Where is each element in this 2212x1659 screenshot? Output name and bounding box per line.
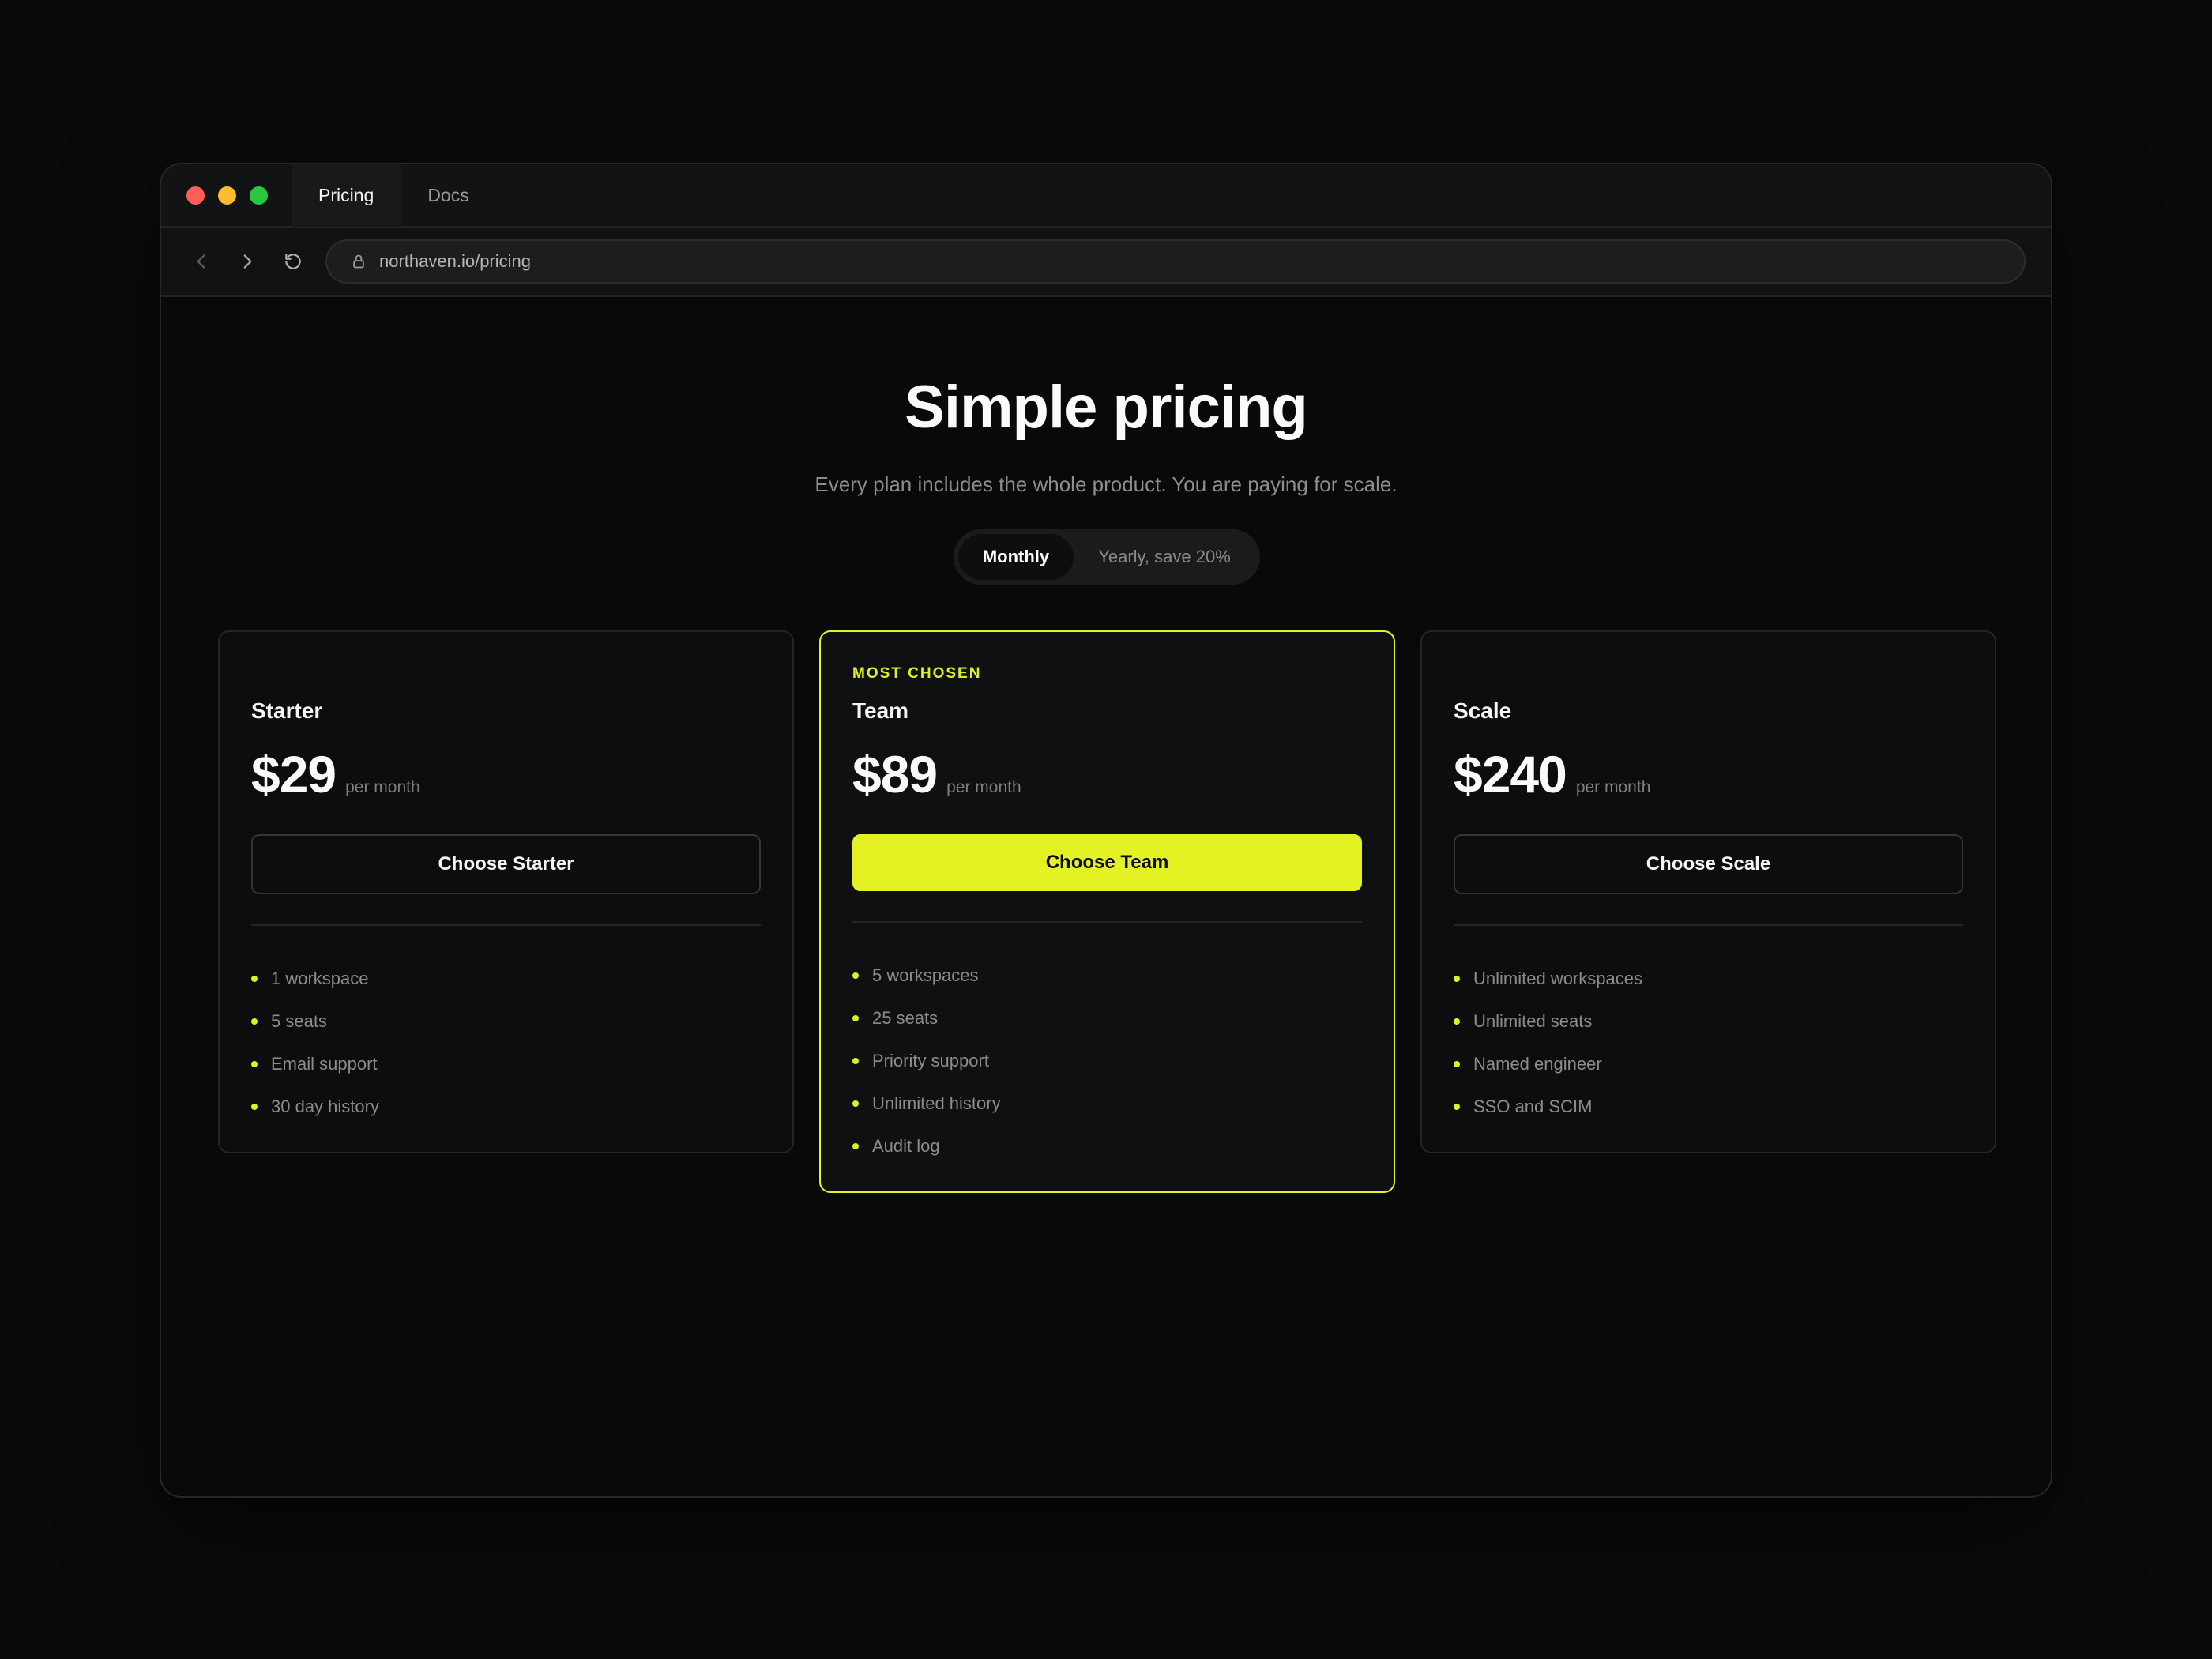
feature-label: Unlimited workspaces bbox=[1473, 969, 1642, 988]
price-row: $240 per month bbox=[1454, 744, 1650, 804]
feature-list: 1 workspace 5 seats Email support 30 day… bbox=[251, 957, 379, 1128]
bullet-icon bbox=[852, 1015, 859, 1021]
forward-button[interactable] bbox=[234, 248, 261, 275]
plan-period: per month bbox=[345, 778, 420, 796]
page-content: Simple pricing Every plan includes the w… bbox=[161, 297, 2051, 1496]
feature-label: 25 seats bbox=[872, 1008, 939, 1028]
url-field[interactable]: northaven.io/pricing bbox=[325, 239, 2026, 284]
reload-icon bbox=[285, 254, 301, 269]
window-controls bbox=[186, 186, 268, 205]
address-bar: northaven.io/pricing bbox=[161, 228, 2051, 297]
plan-name: Team bbox=[852, 698, 909, 723]
url-text: northaven.io/pricing bbox=[379, 251, 532, 271]
feature-item: Priority support bbox=[852, 1040, 1001, 1082]
plan-price: $240 bbox=[1454, 745, 1567, 803]
feature-item: Email support bbox=[251, 1043, 379, 1085]
reload-button[interactable] bbox=[280, 248, 307, 275]
feature-label: Unlimited seats bbox=[1473, 1011, 1593, 1031]
plan-period: per month bbox=[1575, 778, 1651, 796]
feature-item: Named engineer bbox=[1454, 1043, 1642, 1085]
title-bar: Pricing Docs bbox=[161, 164, 2051, 228]
feature-label: 30 day history bbox=[271, 1097, 379, 1116]
page-subtitle: Every plan includes the whole product. Y… bbox=[814, 472, 1398, 496]
plan-card-starter: Starter $29 per month Choose Starter 1 w… bbox=[218, 630, 794, 1153]
feature-item: 1 workspace bbox=[251, 957, 379, 1000]
most-chosen-badge: MOST CHOSEN bbox=[852, 665, 982, 682]
bullet-icon bbox=[251, 1104, 258, 1110]
browser-window: Pricing Docs northaven.io/pricing Simple… bbox=[160, 163, 2052, 1498]
minimize-window-button[interactable] bbox=[218, 186, 236, 205]
billing-monthly-option[interactable]: Monthly bbox=[958, 534, 1074, 580]
bullet-icon bbox=[1454, 1018, 1460, 1025]
choose-scale-button[interactable]: Choose Scale bbox=[1454, 834, 1963, 894]
plan-price: $29 bbox=[251, 745, 337, 803]
feature-label: 1 workspace bbox=[271, 969, 369, 988]
bullet-icon bbox=[1454, 1061, 1460, 1067]
feature-list: 5 workspaces 25 seats Priority support U… bbox=[852, 954, 1001, 1168]
feature-label: SSO and SCIM bbox=[1473, 1097, 1593, 1116]
divider bbox=[852, 921, 1362, 923]
bullet-icon bbox=[1454, 1104, 1460, 1110]
plan-card-scale: Scale $240 per month Choose Scale Unlimi… bbox=[1420, 630, 1996, 1153]
bullet-icon bbox=[1454, 976, 1460, 982]
feature-item: SSO and SCIM bbox=[1454, 1085, 1642, 1128]
maximize-window-button[interactable] bbox=[250, 186, 268, 205]
choose-team-button[interactable]: Choose Team bbox=[852, 834, 1362, 891]
price-row: $29 per month bbox=[251, 744, 420, 804]
feature-label: Named engineer bbox=[1473, 1054, 1602, 1074]
bullet-icon bbox=[251, 1061, 258, 1067]
bullet-icon bbox=[852, 1100, 859, 1107]
feature-item: Unlimited seats bbox=[1454, 1000, 1642, 1043]
feature-item: Audit log bbox=[852, 1125, 1001, 1168]
tab-pricing[interactable]: Pricing bbox=[292, 164, 401, 227]
plan-name: Starter bbox=[251, 698, 323, 723]
plan-name: Scale bbox=[1454, 698, 1512, 723]
feature-label: Priority support bbox=[872, 1051, 989, 1070]
bullet-icon bbox=[251, 1018, 258, 1025]
feature-label: 5 workspaces bbox=[872, 965, 979, 985]
bullet-icon bbox=[852, 1143, 859, 1149]
feature-item: Unlimited history bbox=[852, 1082, 1001, 1125]
bullet-icon bbox=[852, 972, 859, 979]
lock-icon bbox=[353, 254, 364, 269]
chevron-right-icon bbox=[243, 254, 252, 269]
price-row: $89 per month bbox=[852, 744, 1021, 804]
billing-yearly-option[interactable]: Yearly, save 20% bbox=[1074, 534, 1255, 580]
bullet-icon bbox=[251, 976, 258, 982]
divider bbox=[251, 924, 761, 926]
divider bbox=[1454, 924, 1963, 926]
plan-price: $89 bbox=[852, 745, 938, 803]
back-button[interactable] bbox=[188, 248, 215, 275]
close-window-button[interactable] bbox=[186, 186, 205, 205]
feature-label: Audit log bbox=[872, 1136, 940, 1156]
billing-toggle: Monthly Yearly, save 20% bbox=[954, 529, 1260, 585]
choose-starter-button[interactable]: Choose Starter bbox=[251, 834, 761, 894]
feature-item: 25 seats bbox=[852, 997, 1001, 1040]
plan-card-team: MOST CHOSEN Team $89 per month Choose Te… bbox=[819, 630, 1395, 1193]
feature-label: Email support bbox=[271, 1054, 378, 1074]
feature-label: 5 seats bbox=[271, 1011, 327, 1031]
feature-list: Unlimited workspaces Unlimited seats Nam… bbox=[1454, 957, 1642, 1128]
feature-item: 5 workspaces bbox=[852, 954, 1001, 997]
page-title: Simple pricing bbox=[905, 374, 1308, 441]
feature-item: 30 day history bbox=[251, 1085, 379, 1128]
tab-docs[interactable]: Docs bbox=[401, 164, 495, 227]
feature-item: 5 seats bbox=[251, 1000, 379, 1043]
feature-label: Unlimited history bbox=[872, 1093, 1001, 1113]
chevron-left-icon bbox=[197, 254, 205, 269]
plan-period: per month bbox=[946, 778, 1021, 796]
feature-item: Unlimited workspaces bbox=[1454, 957, 1642, 1000]
bullet-icon bbox=[852, 1058, 859, 1064]
